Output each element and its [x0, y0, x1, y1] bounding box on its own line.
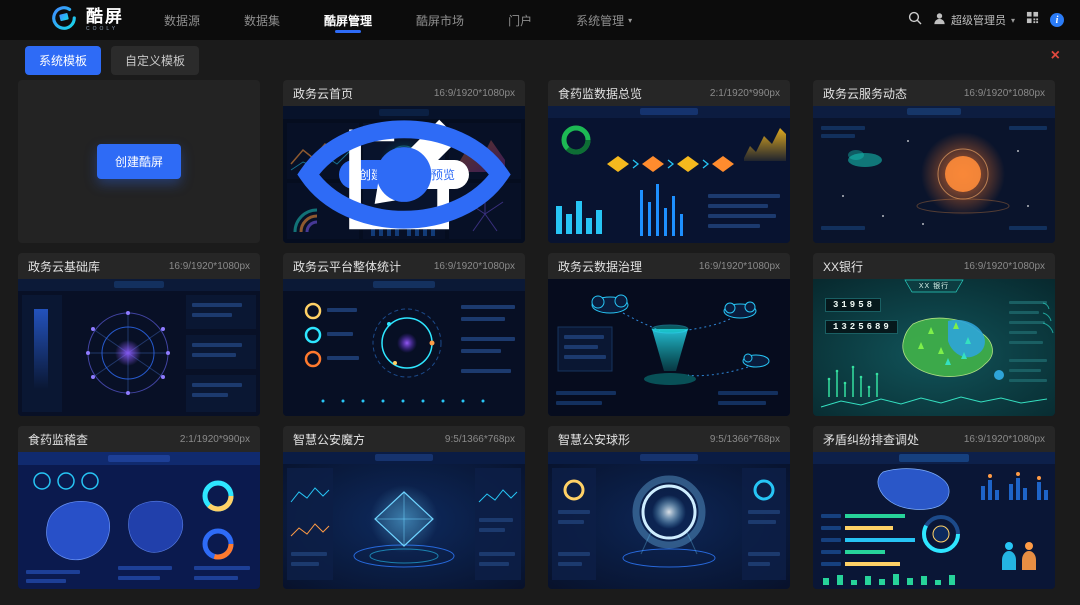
template-thumbnail[interactable]: [548, 452, 790, 589]
card-header: 政务云首页 16:9/1920*1080px: [283, 80, 525, 106]
template-size: 9:5/1366*768px: [710, 434, 780, 445]
thumbnail-art: [548, 279, 790, 416]
bank-thumb-title: XX 银行: [813, 281, 1055, 291]
card-header: 政务云基础库 16:9/1920*1080px: [18, 253, 260, 279]
tab-custom-templates[interactable]: 自定义模板: [111, 46, 199, 75]
template-tabs: 系统模板 自定义模板 ×: [0, 40, 1080, 80]
bank-counter-1: 31958: [825, 298, 881, 312]
logo-text: 酷屏: [86, 8, 124, 25]
template-thumbnail[interactable]: 创建 预览: [283, 106, 525, 243]
template-size: 16:9/1920*1080px: [964, 434, 1045, 445]
user-menu[interactable]: 超级管理员 ▾: [933, 12, 1015, 28]
template-thumbnail[interactable]: XX 银行 31958 1325689: [813, 279, 1055, 416]
template-card[interactable]: 智慧公安魔方 9:5/1366*768px: [283, 426, 525, 589]
thumbnail-art: [18, 452, 260, 589]
thumbnail-art: [283, 279, 525, 416]
template-card[interactable]: 政务云平台整体统计 16:9/1920*1080px: [283, 253, 525, 416]
logo-icon: [50, 4, 78, 37]
template-grid: 创建酷屏 政务云首页 16:9/1920*1080px: [18, 80, 1062, 589]
template-thumbnail[interactable]: [548, 279, 790, 416]
card-header: 食药监稽查 2:1/1920*990px: [18, 426, 260, 452]
card-header: 食药监数据总览 2:1/1920*990px: [548, 80, 790, 106]
template-size: 2:1/1920*990px: [180, 434, 250, 445]
template-card[interactable]: 政务云数据治理 16:9/1920*1080px: [548, 253, 790, 416]
create-screen-button[interactable]: 创建酷屏: [97, 144, 181, 179]
template-size: 16:9/1920*1080px: [434, 261, 515, 272]
template-size: 16:9/1920*1080px: [169, 261, 250, 272]
template-size: 16:9/1920*1080px: [964, 261, 1045, 272]
template-title: 政务云平台整体统计: [293, 258, 401, 275]
close-icon[interactable]: ×: [1051, 48, 1060, 64]
nav-item-dataset[interactable]: 数据集: [244, 0, 280, 40]
thumbnail-art: [813, 106, 1055, 243]
qr-code-icon[interactable]: [1026, 11, 1039, 29]
thumbnail-art: [813, 452, 1055, 589]
template-card[interactable]: 政务云基础库 16:9/1920*1080px: [18, 253, 260, 416]
template-title: 智慧公安魔方: [293, 431, 365, 448]
thumbnail-hover-overlay: 创建 预览: [283, 106, 525, 243]
user-icon: [933, 12, 946, 28]
template-card[interactable]: 政务云服务动态 16:9/1920*1080px: [813, 80, 1055, 243]
template-card[interactable]: 食药监稽查 2:1/1920*990px: [18, 426, 260, 589]
card-header: 政务云平台整体统计 16:9/1920*1080px: [283, 253, 525, 279]
app-logo[interactable]: 酷屏 COOLY: [50, 4, 124, 37]
template-card[interactable]: 食药监数据总览 2:1/1920*990px: [548, 80, 790, 243]
template-title: 政务云服务动态: [823, 85, 907, 102]
template-title: 政务云基础库: [28, 258, 100, 275]
topbar-right: 超级管理员 ▾ i: [908, 11, 1064, 30]
template-title: 矛盾纠纷排查调处: [823, 431, 919, 448]
topbar: 酷屏 COOLY 数据源 数据集 酷屏管理 酷屏市场 门户 系统管理▾ 超级管理…: [0, 0, 1080, 40]
create-screen-card: 创建酷屏: [18, 80, 260, 243]
thumbnail-art: [18, 279, 260, 416]
nav-item-screen-manage[interactable]: 酷屏管理: [324, 0, 372, 40]
tab-system-templates[interactable]: 系统模板: [25, 46, 101, 75]
template-size: 9:5/1366*768px: [445, 434, 515, 445]
template-card[interactable]: 智慧公安球形 9:5/1366*768px: [548, 426, 790, 589]
template-size: 16:9/1920*1080px: [964, 88, 1045, 99]
card-header: 政务云数据治理 16:9/1920*1080px: [548, 253, 790, 279]
bank-counter-2: 1325689: [825, 320, 898, 334]
card-header: 矛盾纠纷排查调处 16:9/1920*1080px: [813, 426, 1055, 452]
nav-item-portal[interactable]: 门户: [508, 0, 532, 40]
template-title: 智慧公安球形: [558, 431, 630, 448]
thumbnail-art: [548, 106, 790, 243]
nav-item-datasource[interactable]: 数据源: [164, 0, 200, 40]
template-thumbnail[interactable]: [283, 452, 525, 589]
template-card[interactable]: XX银行 16:9/1920*1080px XX 银行 31958 1: [813, 253, 1055, 416]
template-title: 政务云数据治理: [558, 258, 642, 275]
card-header: 政务云服务动态 16:9/1920*1080px: [813, 80, 1055, 106]
template-title: 政务云首页: [293, 85, 353, 102]
template-title: XX银行: [823, 258, 863, 275]
template-thumbnail[interactable]: [548, 106, 790, 243]
thumbnail-art: [548, 452, 790, 589]
card-header: XX银行 16:9/1920*1080px: [813, 253, 1055, 279]
user-name: 超级管理员: [951, 12, 1006, 28]
chevron-down-icon: ▾: [628, 16, 632, 25]
nav-item-screen-market[interactable]: 酷屏市场: [416, 0, 464, 40]
card-header: 智慧公安球形 9:5/1366*768px: [548, 426, 790, 452]
template-card[interactable]: 矛盾纠纷排查调处 16:9/1920*1080px: [813, 426, 1055, 589]
logo-subtext: COOLY: [86, 27, 124, 32]
template-card[interactable]: 政务云首页 16:9/1920*1080px: [283, 80, 525, 243]
template-thumbnail[interactable]: [813, 106, 1055, 243]
template-thumbnail[interactable]: [813, 452, 1055, 589]
template-title: 食药监稽查: [28, 431, 88, 448]
nav-item-system-manage[interactable]: 系统管理▾: [576, 0, 632, 40]
template-thumbnail[interactable]: [283, 279, 525, 416]
info-icon[interactable]: i: [1050, 13, 1064, 27]
search-icon[interactable]: [908, 11, 922, 30]
template-size: 2:1/1920*990px: [710, 88, 780, 99]
thumbnail-art: [283, 452, 525, 589]
preview-template-button[interactable]: 预览: [411, 160, 469, 189]
template-size: 16:9/1920*1080px: [434, 88, 515, 99]
main-nav: 数据源 数据集 酷屏管理 酷屏市场 门户 系统管理▾: [164, 0, 632, 40]
template-thumbnail[interactable]: [18, 279, 260, 416]
chevron-down-icon: ▾: [1011, 16, 1015, 25]
template-size: 16:9/1920*1080px: [699, 261, 780, 272]
template-thumbnail[interactable]: [18, 452, 260, 589]
card-header: 智慧公安魔方 9:5/1366*768px: [283, 426, 525, 452]
template-title: 食药监数据总览: [558, 85, 642, 102]
